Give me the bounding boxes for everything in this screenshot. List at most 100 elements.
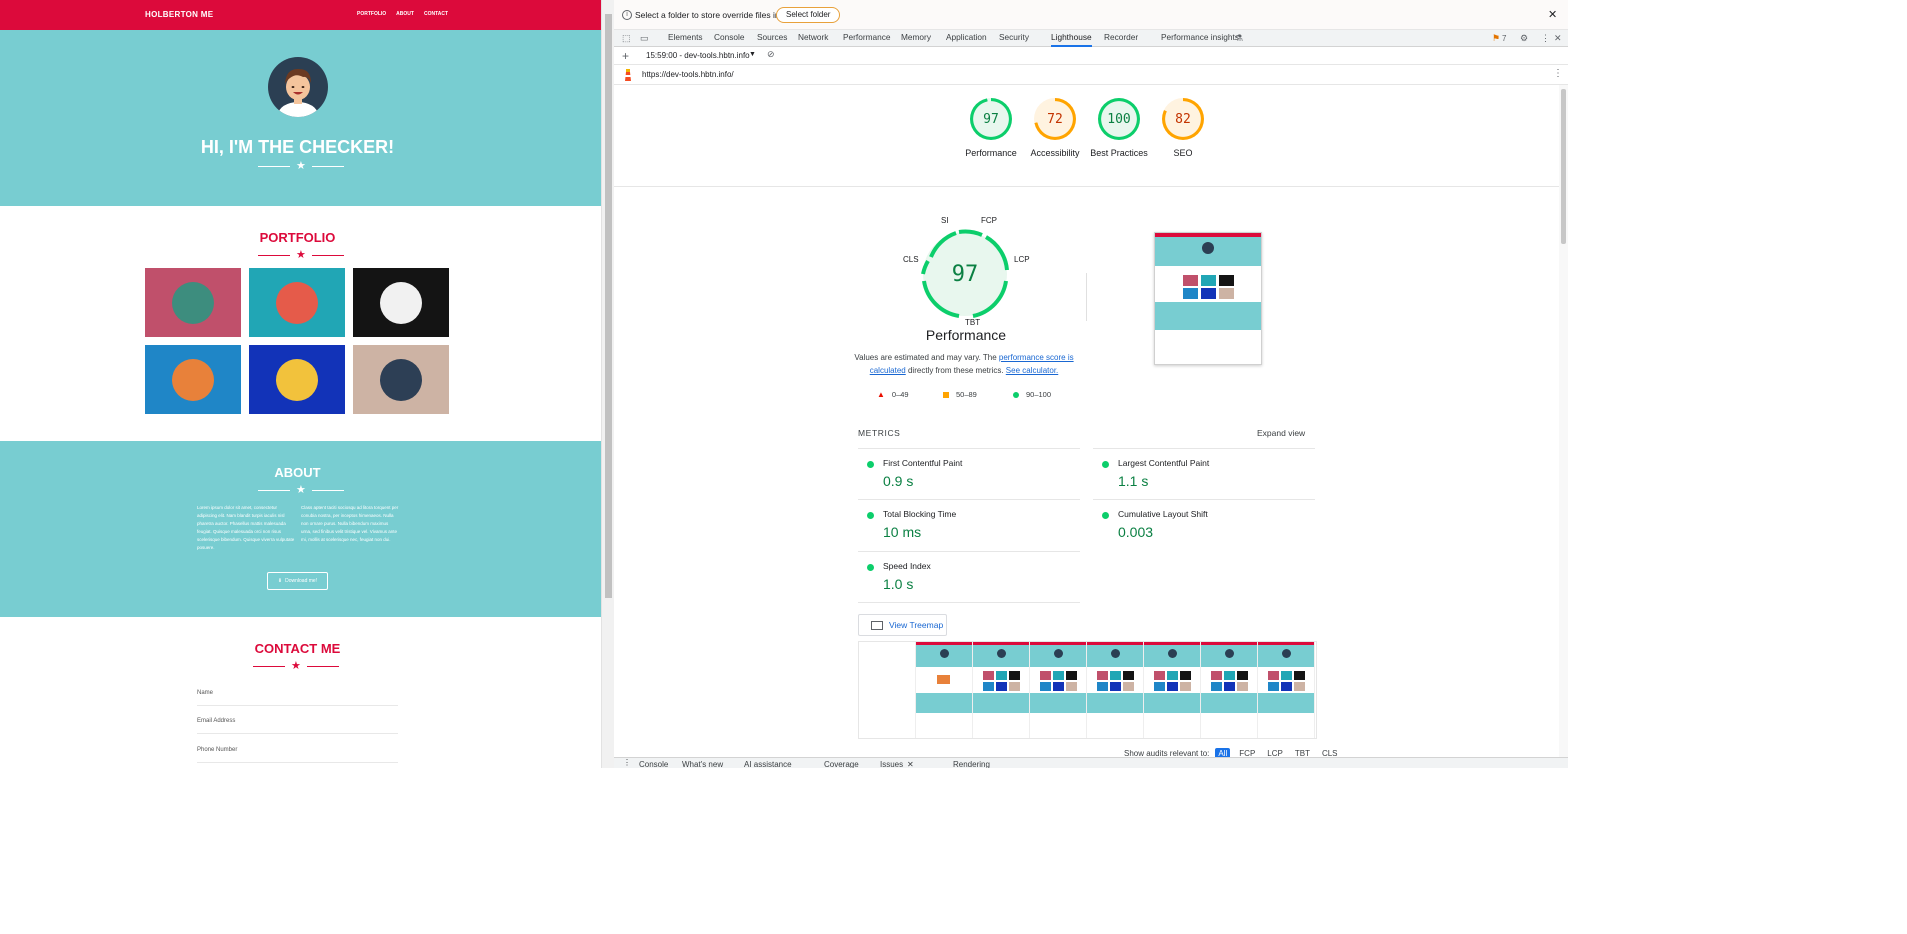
flask-icon: ⚗ [1235, 33, 1244, 43]
fail-triangle-icon: ▲ [877, 390, 885, 399]
score-gauge-best-practices[interactable]: 100 Best Practices [1090, 98, 1148, 159]
tab-console[interactable]: Console [714, 32, 744, 47]
audit-filter-tbt[interactable]: TBT [1292, 748, 1313, 757]
download-label: Download me! [285, 578, 318, 584]
notice-text: Select a folder to store override files … [635, 10, 782, 20]
chevron-down-icon[interactable]: ▼ [749, 51, 756, 58]
metric-speed-index: Speed Index 1.0 s [858, 551, 1080, 602]
legend-fail-label: 0–49 [891, 390, 909, 399]
pass-circle-icon [1102, 461, 1109, 468]
score-label: Accessibility [1030, 148, 1080, 158]
audit-filter-lcp[interactable]: LCP [1264, 748, 1286, 757]
settings-gear-icon[interactable]: ⚙ [1520, 33, 1528, 44]
portfolio-item[interactable] [145, 345, 241, 414]
game-controller-icon [172, 358, 214, 401]
view-treemap-button[interactable]: View Treemap [858, 614, 947, 636]
tab-sources[interactable]: Sources [757, 32, 787, 47]
contact-name-field[interactable]: Name [197, 690, 398, 706]
score-gauge-seo[interactable]: 82 SEO [1160, 98, 1206, 159]
nav-link-about[interactable]: ABOUT [396, 11, 414, 17]
portfolio-item[interactable] [145, 268, 241, 337]
contact-email-field[interactable]: Email Address [197, 718, 398, 734]
close-icon[interactable]: ✕ [907, 760, 914, 768]
gauge-label-tbt: TBT [965, 318, 981, 327]
tab-performance[interactable]: Performance [843, 32, 891, 47]
issues-count[interactable]: 7 [1502, 34, 1506, 43]
inspect-element-icon[interactable]: ⬚ [622, 33, 631, 44]
avatar [268, 57, 328, 117]
drawer-tab-issues[interactable]: Issues [880, 760, 903, 768]
hero-title: HI, I'M THE CHECKER! [200, 137, 395, 157]
drawer-tabbar: ⋮ Console What's new AI assistance Cover… [614, 757, 1568, 768]
legend-pass-label: 90–100 [1026, 390, 1052, 399]
lighthouse-session-bar: + 15:59:00 - dev-tools.hbtn.info ▼ ⊘ [614, 47, 1568, 65]
website-scrollbar[interactable] [601, 0, 614, 768]
score-value: 97 [970, 98, 1012, 140]
tab-network[interactable]: Network [798, 32, 828, 47]
tab-application[interactable]: Application [946, 32, 987, 47]
report-menu-icon[interactable]: ⋮ [1553, 68, 1563, 79]
portfolio-item[interactable] [353, 268, 449, 337]
nav-link-contact[interactable]: CONTACT [424, 11, 448, 17]
metric-first-contentful-paint: First Contentful Paint 0.9 s [858, 448, 1080, 499]
more-menu-icon[interactable]: ⋮ [1541, 33, 1550, 44]
drawer-tab-rendering[interactable]: Rendering [953, 760, 990, 768]
lighthouse-report: 97 Performance 72 Accessibility 100 Best Prac… [614, 85, 1559, 757]
metric-value: 0.003 [1118, 524, 1154, 540]
report-scroll-thumb[interactable] [1561, 89, 1566, 244]
contact-title: CONTACT ME [254, 641, 341, 656]
portfolio-item[interactable] [353, 345, 449, 414]
close-icon[interactable]: ✕ [1548, 8, 1557, 21]
portfolio-item[interactable] [249, 268, 345, 337]
score-gauge-accessibility[interactable]: 72 Accessibility [1030, 98, 1080, 159]
drawer-tab-console[interactable]: Console [639, 760, 668, 768]
new-report-plus-icon[interactable]: + [622, 49, 629, 63]
score-gauge-performance[interactable]: 97 Performance [965, 98, 1017, 159]
tab-recorder[interactable]: Recorder [1104, 32, 1138, 47]
show-audits-label: Show audits relevant to: [1124, 749, 1210, 757]
about-star-divider: ★ [258, 485, 344, 496]
audit-filter-fcp[interactable]: FCP [1236, 748, 1258, 757]
filmstrip-frame [859, 642, 916, 738]
drawer-menu-icon[interactable]: ⋮ [623, 758, 631, 767]
drawer-tab-coverage[interactable]: Coverage [824, 760, 859, 768]
audit-filter-cls[interactable]: CLS [1319, 748, 1341, 757]
device-toolbar-icon[interactable]: ▭ [640, 33, 649, 44]
tab-security[interactable]: Security [999, 32, 1029, 47]
report-scrollbar[interactable] [1559, 85, 1568, 757]
issues-flag-icon[interactable]: ⚑ [1492, 33, 1500, 44]
drawer-tab-ai-assistance[interactable]: AI assistance [744, 760, 792, 768]
metric-value: 0.9 s [883, 473, 914, 489]
audit-filter-bar: Show audits relevant to: All FCP LCP TBT… [1124, 748, 1341, 757]
filmstrip-frame [1087, 642, 1144, 738]
pass-circle-icon [867, 461, 874, 468]
about-title: ABOUT [274, 465, 321, 480]
select-folder-button[interactable]: Select folder [776, 7, 841, 23]
nav-link-portfolio[interactable]: PORTFOLIO [357, 11, 386, 17]
filmstrip-frame [1030, 642, 1087, 738]
website-scroll-thumb[interactable] [605, 14, 612, 598]
report-url: https://dev-tools.hbtn.info/ [642, 70, 734, 79]
metric-name: Cumulative Layout Shift [1118, 509, 1208, 519]
final-screenshot[interactable] [1154, 232, 1262, 365]
filmstrip-frame [1144, 642, 1201, 738]
site-brand[interactable]: HOLBERTON ME [145, 10, 213, 19]
tab-elements[interactable]: Elements [668, 32, 703, 47]
star-icon: ★ [296, 484, 306, 496]
close-devtools-icon[interactable]: ✕ [1554, 33, 1562, 44]
metric-value: 1.1 s [1118, 473, 1149, 489]
contact-phone-field[interactable]: Phone Number [197, 747, 398, 763]
tab-performance-insights[interactable]: Performance insights [1161, 32, 1239, 47]
drawer-tab-whats-new[interactable]: What's new [682, 760, 723, 768]
report-session-select[interactable]: 15:59:00 - dev-tools.hbtn.info [646, 51, 750, 60]
expand-view-toggle[interactable]: Expand view [1257, 428, 1305, 438]
tab-lighthouse[interactable]: Lighthouse [1051, 32, 1092, 47]
tab-memory[interactable]: Memory [901, 32, 931, 47]
pass-circle-icon [1013, 391, 1019, 398]
clear-reports-icon[interactable]: ⊘ [767, 49, 775, 60]
override-notice: i Select a folder to store override file… [614, 0, 1568, 30]
audit-filter-all[interactable]: All [1215, 748, 1231, 757]
see-calculator-link[interactable]: See calculator. [1006, 366, 1058, 375]
portfolio-item[interactable] [249, 345, 345, 414]
download-button[interactable]: ⬇ Download me! [267, 572, 328, 590]
